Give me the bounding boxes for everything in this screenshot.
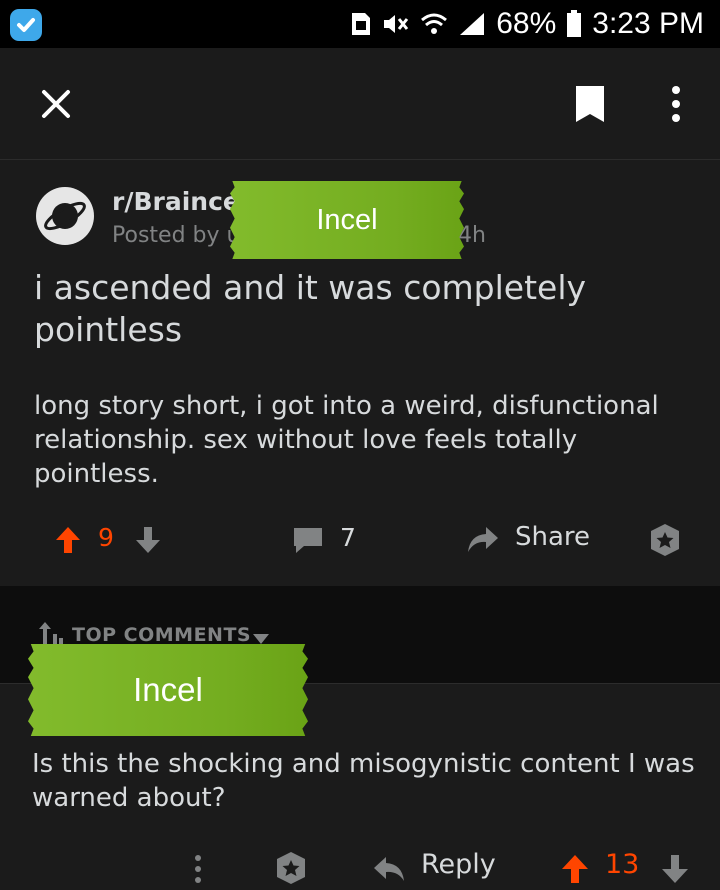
reply-icon[interactable] (372, 855, 406, 883)
subreddit-avatar[interactable] (36, 187, 94, 245)
bookmark-button[interactable] (570, 84, 610, 124)
comment-count[interactable]: 7 (340, 523, 356, 552)
post-action-bar: 9 7 Share (0, 519, 720, 563)
mute-icon (382, 11, 410, 37)
wifi-icon (420, 11, 448, 37)
incel-sticker-label: Incel (230, 181, 464, 259)
planet-icon (44, 201, 86, 231)
post-vote-count: 9 (98, 523, 114, 552)
close-button[interactable] (36, 84, 76, 124)
more-options-button[interactable] (660, 84, 692, 124)
clock: 3:23 PM (592, 7, 704, 40)
comment-vote-count: 13 (605, 849, 640, 880)
share-button[interactable]: Share (515, 522, 590, 552)
chevron-down-icon[interactable] (252, 630, 270, 644)
bookmark-icon (576, 86, 604, 122)
sort-top-icon[interactable] (36, 620, 66, 648)
downvote-icon[interactable] (134, 525, 162, 555)
subreddit-name[interactable]: r/Braince (112, 187, 240, 216)
sim-icon (350, 11, 372, 37)
posted-by[interactable]: Posted by u (112, 223, 240, 248)
status-icons: 68% 3:23 PM (350, 7, 704, 40)
award-icon[interactable] (648, 523, 682, 557)
comment-downvote-icon[interactable] (660, 853, 690, 885)
post-title: i ascended and it was completely pointle… (34, 268, 587, 349)
incel-sticker-label: Incel (28, 644, 308, 736)
sort-label[interactable]: TOP COMMENTS (72, 624, 251, 646)
share-icon[interactable] (466, 525, 500, 555)
upvote-icon[interactable] (54, 525, 82, 555)
comment-action-bar: Reply 13 (0, 845, 720, 889)
post-toolbar (0, 48, 720, 160)
comment-award-icon[interactable] (274, 851, 308, 885)
post-body: long story short, i got into a weird, di… (34, 391, 659, 489)
comment-text: Is this the shocking and misogynistic co… (32, 749, 695, 813)
comment-more-icon[interactable] (188, 853, 208, 885)
close-icon (42, 90, 70, 118)
status-bar: 68% 3:23 PM (0, 0, 720, 48)
app-notification-icon (10, 9, 42, 41)
battery-icon (566, 10, 582, 38)
battery-percent: 68% (496, 7, 557, 40)
reply-button[interactable]: Reply (421, 849, 496, 880)
comment-icon[interactable] (292, 525, 324, 555)
more-vertical-icon (672, 86, 680, 122)
comment-upvote-icon[interactable] (560, 853, 590, 885)
signal-icon (458, 11, 486, 37)
